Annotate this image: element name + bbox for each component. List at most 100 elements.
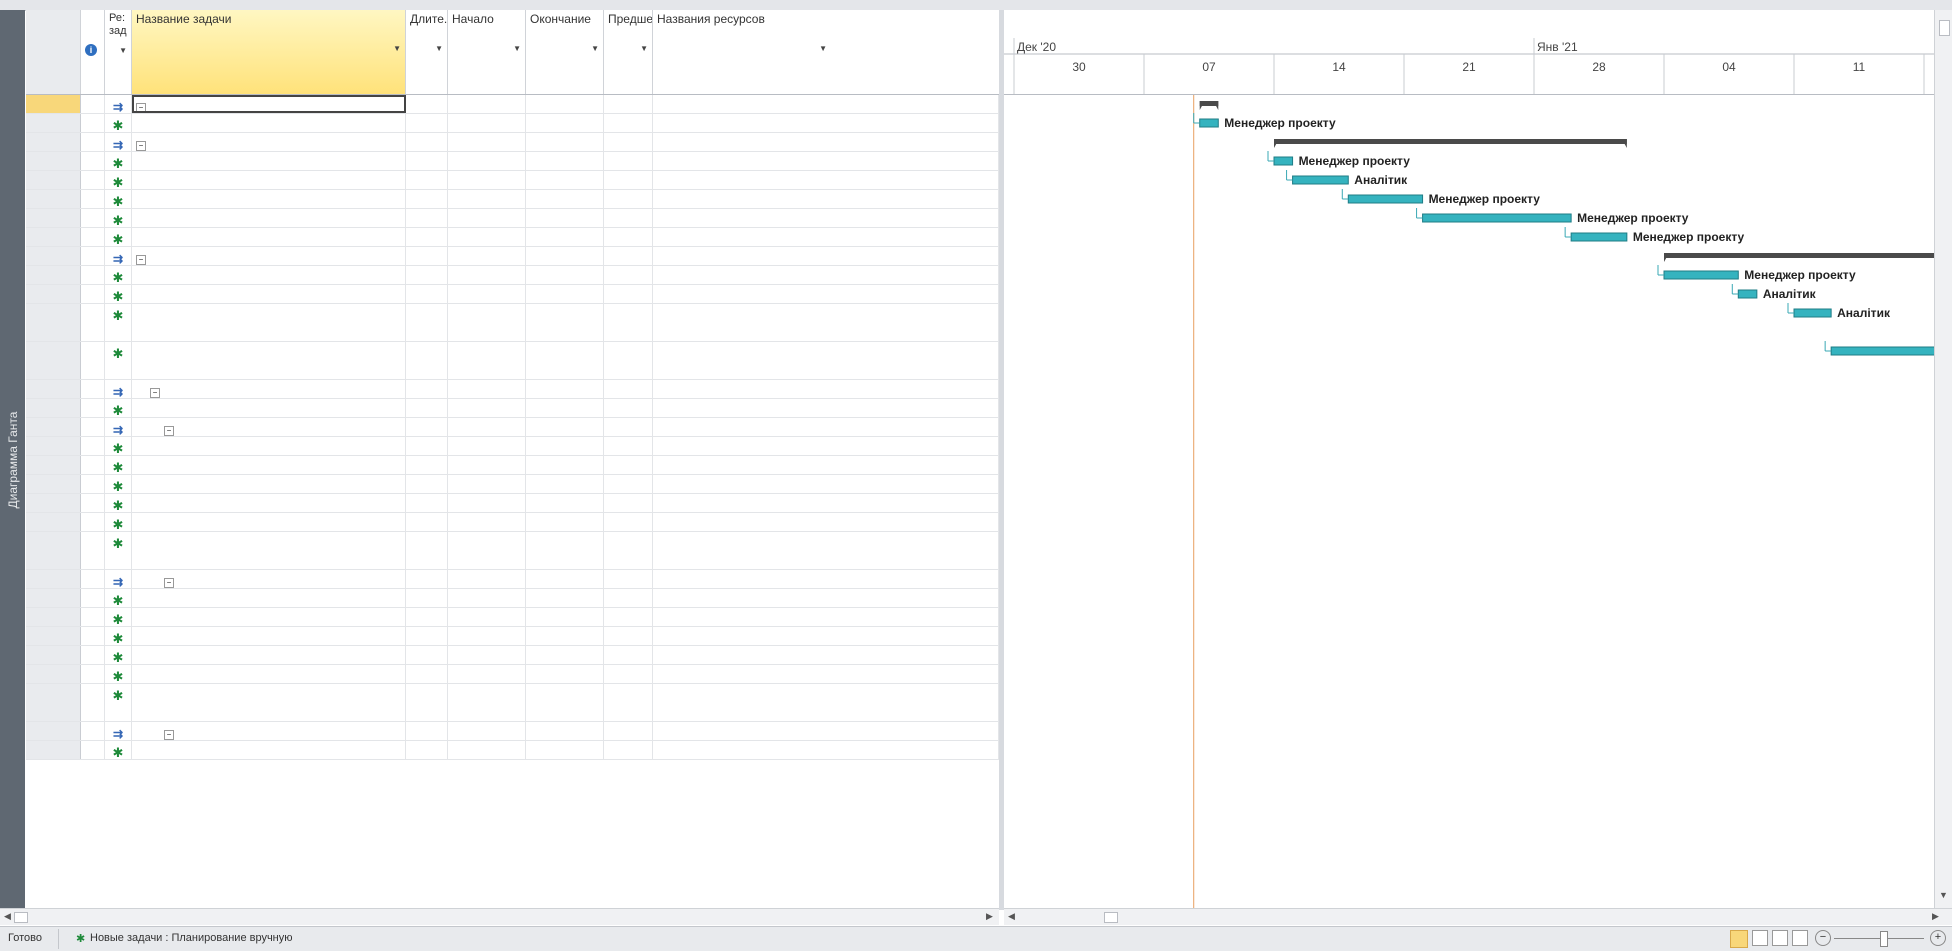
row-number[interactable] bbox=[26, 684, 81, 721]
collapse-icon[interactable]: − bbox=[136, 255, 146, 265]
task-row[interactable]: ✱ bbox=[26, 589, 999, 608]
resources-cell[interactable] bbox=[653, 722, 999, 740]
summary-bar[interactable] bbox=[1664, 253, 1952, 258]
row-number[interactable] bbox=[26, 114, 81, 132]
collapse-icon[interactable]: − bbox=[150, 388, 160, 398]
task-mode-cell[interactable]: ⇉ bbox=[105, 418, 132, 436]
finish-cell[interactable] bbox=[526, 114, 604, 132]
resources-cell[interactable] bbox=[653, 399, 999, 417]
resources-cell[interactable] bbox=[653, 95, 999, 113]
duration-cell[interactable] bbox=[406, 646, 448, 664]
mode-column-header[interactable]: Ре: зад ▼ bbox=[105, 10, 132, 94]
duration-cell[interactable] bbox=[406, 95, 448, 113]
row-number[interactable] bbox=[26, 95, 81, 113]
predecessors-cell[interactable] bbox=[604, 627, 653, 645]
task-name-cell[interactable]: − bbox=[132, 380, 406, 398]
start-cell[interactable] bbox=[448, 228, 526, 246]
finish-cell[interactable] bbox=[526, 380, 604, 398]
finish-cell[interactable] bbox=[526, 475, 604, 493]
start-cell[interactable] bbox=[448, 722, 526, 740]
task-name-cell[interactable]: − bbox=[132, 418, 406, 436]
task-row[interactable]: ✱ bbox=[26, 741, 999, 760]
row-number[interactable] bbox=[26, 456, 81, 474]
duration-cell[interactable] bbox=[406, 152, 448, 170]
duration-cell[interactable] bbox=[406, 722, 448, 740]
task-name-cell[interactable] bbox=[132, 475, 406, 493]
task-mode-cell[interactable]: ✱ bbox=[105, 532, 132, 569]
row-number[interactable] bbox=[26, 133, 81, 151]
task-row[interactable]: ✱ bbox=[26, 494, 999, 513]
task-name-cell[interactable] bbox=[132, 437, 406, 455]
duration-cell[interactable] bbox=[406, 475, 448, 493]
resources-cell[interactable] bbox=[653, 456, 999, 474]
predecessors-cell[interactable] bbox=[604, 570, 653, 588]
predecessors-column-header[interactable]: Предше ▼ bbox=[604, 10, 653, 94]
row-number[interactable] bbox=[26, 190, 81, 208]
start-cell[interactable] bbox=[448, 380, 526, 398]
finish-cell[interactable] bbox=[526, 152, 604, 170]
collapse-icon[interactable]: − bbox=[164, 578, 174, 588]
predecessors-cell[interactable] bbox=[604, 532, 653, 569]
task-mode-cell[interactable]: ✱ bbox=[105, 684, 132, 721]
finish-cell[interactable] bbox=[526, 684, 604, 721]
task-name-cell[interactable]: − bbox=[132, 722, 406, 740]
row-number[interactable] bbox=[26, 494, 81, 512]
task-row[interactable]: ✱ bbox=[26, 475, 999, 494]
start-cell[interactable] bbox=[448, 266, 526, 284]
duration-cell[interactable] bbox=[406, 627, 448, 645]
duration-cell[interactable] bbox=[406, 437, 448, 455]
row-number[interactable] bbox=[26, 342, 81, 379]
indicators-header[interactable]: i bbox=[81, 10, 105, 94]
finish-cell[interactable] bbox=[526, 399, 604, 417]
resources-cell[interactable] bbox=[653, 475, 999, 493]
row-number[interactable] bbox=[26, 247, 81, 265]
task-mode-cell[interactable]: ✱ bbox=[105, 513, 132, 531]
start-cell[interactable] bbox=[448, 513, 526, 531]
resources-cell[interactable] bbox=[653, 247, 999, 265]
duration-cell[interactable] bbox=[406, 513, 448, 531]
task-name-cell[interactable] bbox=[132, 209, 406, 227]
resources-cell[interactable] bbox=[653, 171, 999, 189]
start-cell[interactable] bbox=[448, 532, 526, 569]
predecessors-cell[interactable] bbox=[604, 380, 653, 398]
task-row[interactable]: ✱ bbox=[26, 228, 999, 247]
finish-cell[interactable] bbox=[526, 456, 604, 474]
duration-cell[interactable] bbox=[406, 228, 448, 246]
resource-sheet-view-icon[interactable] bbox=[1792, 930, 1808, 946]
row-number[interactable] bbox=[26, 608, 81, 626]
task-row[interactable]: ✱ bbox=[26, 171, 999, 190]
task-row[interactable]: ✱ bbox=[26, 684, 999, 722]
task-mode-cell[interactable]: ⇉ bbox=[105, 95, 132, 113]
finish-column-header[interactable]: Окончание ▼ bbox=[526, 10, 604, 94]
resources-cell[interactable] bbox=[653, 152, 999, 170]
start-cell[interactable] bbox=[448, 418, 526, 436]
predecessors-cell[interactable] bbox=[604, 665, 653, 683]
resources-cell[interactable] bbox=[653, 133, 999, 151]
row-number[interactable] bbox=[26, 570, 81, 588]
resources-cell[interactable] bbox=[653, 646, 999, 664]
resources-cell[interactable] bbox=[653, 494, 999, 512]
duration-cell[interactable] bbox=[406, 399, 448, 417]
task-bar[interactable] bbox=[1830, 346, 1944, 356]
resources-cell[interactable] bbox=[653, 380, 999, 398]
duration-cell[interactable] bbox=[406, 171, 448, 189]
task-usage-view-icon[interactable] bbox=[1752, 930, 1768, 946]
task-row[interactable]: ⇉ − bbox=[26, 380, 999, 399]
task-row[interactable]: ⇉ − bbox=[26, 722, 999, 741]
finish-cell[interactable] bbox=[526, 494, 604, 512]
task-mode-cell[interactable]: ✱ bbox=[105, 589, 132, 607]
task-name-cell[interactable]: − bbox=[132, 570, 406, 588]
task-mode-cell[interactable]: ✱ bbox=[105, 627, 132, 645]
predecessors-cell[interactable] bbox=[604, 342, 653, 379]
task-name-cell[interactable] bbox=[132, 152, 406, 170]
start-cell[interactable] bbox=[448, 209, 526, 227]
start-cell[interactable] bbox=[448, 456, 526, 474]
gantt-view-icon[interactable] bbox=[1730, 930, 1748, 948]
resources-cell[interactable] bbox=[653, 228, 999, 246]
scroll-right-icon[interactable]: ▶ bbox=[1932, 911, 1939, 922]
resources-cell[interactable] bbox=[653, 285, 999, 303]
scroll-left-icon[interactable]: ◀ bbox=[1008, 911, 1015, 922]
scroll-thumb[interactable] bbox=[14, 912, 28, 923]
task-row[interactable]: ✱ bbox=[26, 399, 999, 418]
finish-cell[interactable] bbox=[526, 95, 604, 113]
